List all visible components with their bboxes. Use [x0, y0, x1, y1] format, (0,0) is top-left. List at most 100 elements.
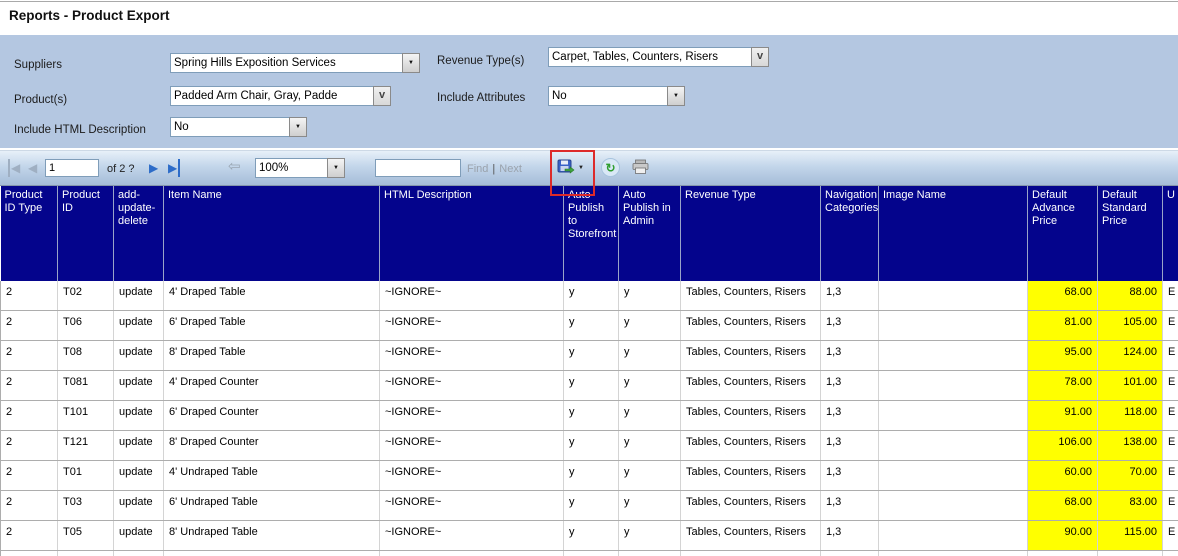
- table-cell: 2: [0, 370, 58, 401]
- include-attributes-label: Include Attributes: [437, 92, 526, 104]
- revenue-types-select[interactable]: Carpet, Tables, Counters, Risers v: [548, 47, 769, 67]
- table-row: 2 T01 update 4' Undraped Table ~IGNORE~ y y Tab…: [0, 460, 1178, 491]
- partial-row: [0, 550, 1178, 556]
- table-cell: y: [563, 310, 619, 341]
- table-cell: y: [618, 400, 681, 431]
- include-attributes-value: No: [548, 86, 667, 106]
- table-cell: 1,3: [820, 400, 879, 431]
- table-cell: E: [1162, 490, 1178, 521]
- page-title: Reports - Product Export: [9, 8, 170, 23]
- table-cell: T101: [57, 400, 114, 431]
- table-cell: y: [618, 310, 681, 341]
- table-cell: 1,3: [820, 340, 879, 371]
- table-cell: E: [1162, 400, 1178, 431]
- table-cell: 8' Draped Counter: [163, 430, 380, 461]
- find-input[interactable]: [375, 159, 461, 177]
- first-page-icon[interactable]: ◀: [8, 159, 20, 177]
- table-row: 2 T03 update 6' Undraped Table ~IGNORE~ y y Tab…: [0, 490, 1178, 521]
- table-cell: T02: [57, 281, 114, 311]
- table-cell: y: [563, 400, 619, 431]
- table-cell: E: [1162, 460, 1178, 491]
- table-cell: 2: [0, 400, 58, 431]
- previous-page-icon[interactable]: ◀: [28, 159, 37, 177]
- print-icon[interactable]: [632, 159, 649, 175]
- include-html-description-value: No: [170, 117, 289, 137]
- suppliers-value: Spring Hills Exposition Services: [170, 53, 402, 73]
- column-header: Image Name: [878, 186, 1028, 281]
- products-value: Padded Arm Chair, Gray, Padde: [170, 86, 373, 106]
- page-number-input[interactable]: [45, 159, 99, 177]
- report-table: Product ID Type Product ID add-update-dele…: [0, 186, 1178, 556]
- table-cell: 138.00: [1097, 430, 1163, 461]
- table-cell: E: [1162, 370, 1178, 401]
- table-cell: y: [563, 490, 619, 521]
- top-divider: [0, 1, 1178, 2]
- multiselect-chevron-icon[interactable]: v: [751, 47, 769, 67]
- back-to-parent-icon[interactable]: ⇦: [228, 157, 241, 175]
- column-header: Default Advance Price: [1027, 186, 1098, 281]
- table-cell: 1,3: [820, 490, 879, 521]
- table-cell: y: [618, 281, 681, 311]
- table-cell: 2: [0, 490, 58, 521]
- table-cell: [878, 400, 1028, 431]
- table-row: 2 T08 update 8' Draped Table ~IGNORE~ y y Table…: [0, 340, 1178, 371]
- dropdown-arrow-icon[interactable]: ▼: [667, 86, 685, 106]
- dropdown-arrow-icon[interactable]: ▼: [289, 117, 307, 137]
- table-cell: update: [113, 370, 164, 401]
- report-area: Product ID Type Product ID add-update-dele…: [0, 186, 1178, 556]
- table-cell: 95.00: [1027, 340, 1098, 371]
- table-header-row: Product ID Type Product ID add-update-dele…: [0, 186, 1178, 281]
- table-cell: ~IGNORE~: [379, 370, 564, 401]
- zoom-value: 100%: [255, 158, 327, 178]
- table-cell: y: [563, 281, 619, 311]
- table-cell: 91.00: [1027, 400, 1098, 431]
- table-cell: T08: [57, 340, 114, 371]
- table-cell: [878, 430, 1028, 461]
- table-cell: 2: [0, 310, 58, 341]
- suppliers-label: Suppliers: [14, 59, 62, 71]
- table-cell: 70.00: [1097, 460, 1163, 491]
- table-cell: update: [113, 460, 164, 491]
- table-cell: 88.00: [1097, 281, 1163, 311]
- products-select[interactable]: Padded Arm Chair, Gray, Padde v: [170, 86, 391, 106]
- table-cell: update: [113, 430, 164, 461]
- dropdown-arrow-icon[interactable]: ▼: [402, 53, 420, 73]
- table-cell: 2: [0, 520, 58, 551]
- table-row: 2 T05 update 8' Undraped Table ~IGNORE~ y y Tab…: [0, 520, 1178, 551]
- multiselect-chevron-icon[interactable]: v: [373, 86, 391, 106]
- table-cell: ~IGNORE~: [379, 430, 564, 461]
- refresh-icon[interactable]: ↻: [601, 158, 620, 177]
- table-cell: 124.00: [1097, 340, 1163, 371]
- zoom-select[interactable]: 100% ▼: [255, 158, 345, 178]
- table-cell: 78.00: [1027, 370, 1098, 401]
- table-cell: y: [618, 520, 681, 551]
- table-row: 2 T06 update 6' Draped Table ~IGNORE~ y y Table…: [0, 310, 1178, 341]
- table-cell: ~IGNORE~: [379, 340, 564, 371]
- table-cell: E: [1162, 520, 1178, 551]
- table-cell: 4' Draped Counter: [163, 370, 380, 401]
- table-cell: Tables, Counters, Risers: [680, 340, 821, 371]
- table-cell: 90.00: [1027, 520, 1098, 551]
- table-cell: 2: [0, 430, 58, 461]
- table-cell: y: [618, 340, 681, 371]
- table-cell: Tables, Counters, Risers: [680, 520, 821, 551]
- table-cell: 1,3: [820, 310, 879, 341]
- column-header: Product ID: [57, 186, 114, 281]
- suppliers-select[interactable]: Spring Hills Exposition Services ▼: [170, 53, 420, 73]
- table-cell: update: [113, 490, 164, 521]
- next-page-icon[interactable]: ▶: [149, 159, 158, 177]
- include-html-description-select[interactable]: No ▼: [170, 117, 307, 137]
- revenue-types-label: Revenue Type(s): [437, 55, 525, 67]
- table-cell: [878, 490, 1028, 521]
- find-next-links[interactable]: Find | Next: [467, 163, 522, 175]
- reports-product-export-page: Reports - Product Export Suppliers Sprin…: [0, 0, 1178, 556]
- table-cell: y: [563, 430, 619, 461]
- table-cell: 1,3: [820, 460, 879, 491]
- table-row: 2 T02 update 4' Draped Table ~IGNORE~ y y Table…: [0, 281, 1178, 311]
- include-attributes-select[interactable]: No ▼: [548, 86, 685, 106]
- last-page-icon[interactable]: ▶: [168, 159, 181, 177]
- table-cell: Tables, Counters, Risers: [680, 370, 821, 401]
- dropdown-arrow-icon[interactable]: ▼: [327, 158, 345, 178]
- include-html-description-label: Include HTML Description: [14, 124, 146, 136]
- table-cell: y: [563, 520, 619, 551]
